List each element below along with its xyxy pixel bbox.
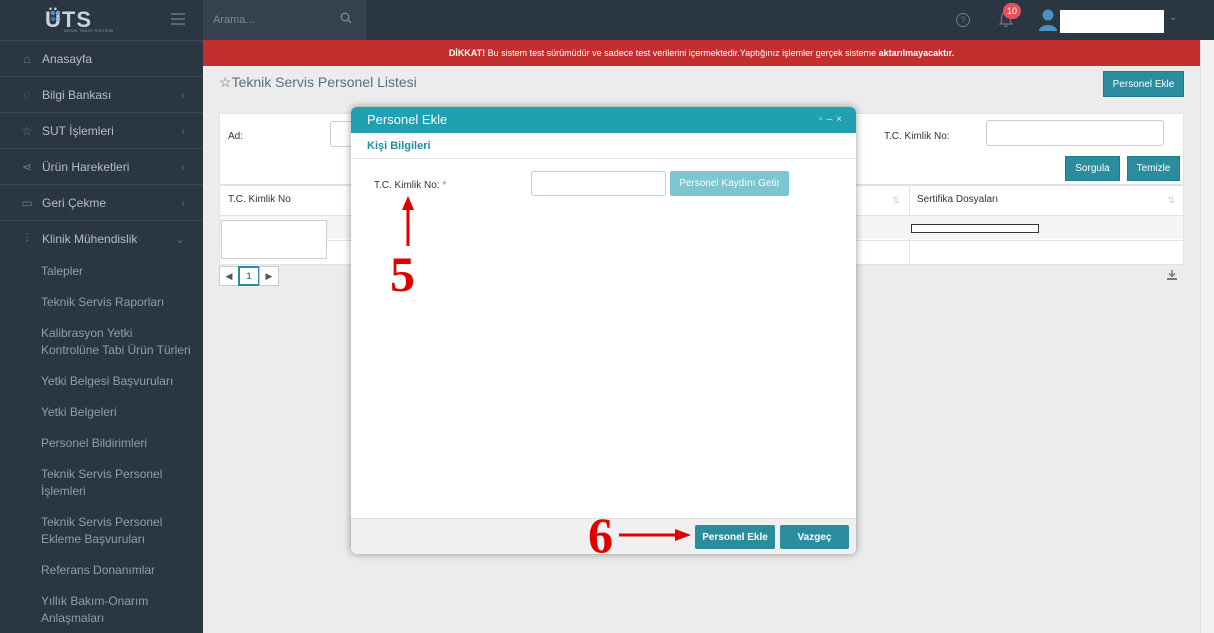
add-personnel-button[interactable]: Personel Ekle [1103,71,1184,97]
bulb-icon: ◌ [23,87,31,102]
home-icon: ⌂ [23,51,31,66]
name-label: Ad: [228,131,244,142]
chevron-left-icon: ‹ [181,195,185,210]
sidebar-subitem[interactable]: Yıllık Bakım-Onarım Anlaşmaları [0,586,203,633]
sort-icon[interactable]: ⇅ [892,186,900,214]
chevron-down-icon[interactable]: ⌄ [1169,12,1177,23]
sidebar-subitem[interactable]: Teknik Servis Personel Ekleme Başvurular… [0,507,203,555]
section-title: Kişi Bilgileri [351,133,856,159]
search-input[interactable]: Arama... [203,0,366,40]
sidebar-subitem[interactable]: Teknik Servis Personel İşlemleri [0,459,203,507]
cancel-button[interactable]: Vazgeç [780,525,849,549]
logo[interactable]: ÜTS ÜRÜN TAKİP SİSTEMİ [0,0,203,40]
sidebar-subitem[interactable]: Personel Bildirimleri [0,428,203,459]
menu-toggle-icon[interactable] [171,13,185,28]
filter-tc-input[interactable] [986,120,1164,146]
sidebar-item-label: Geri Çekme [42,195,107,210]
sidebar-subitem[interactable]: Kalibrasyon Yetki Kontrolüne Tabi Ürün T… [0,318,203,366]
modal-title: Personel Ekle [367,112,448,127]
search-icon[interactable] [340,12,352,24]
redacted-cell [911,224,1039,233]
chevron-left-icon: ‹ [181,87,185,102]
sidebar-item-label: SUT İşlemleri [42,123,114,138]
modal-window-controls: ▫–× [819,107,846,133]
sidebar-item[interactable]: ◌ Bilgi Bankası ‹ [0,76,203,112]
maximize-icon[interactable]: ▫ [819,114,827,125]
modal-header: Personel Ekle ▫–× [351,107,856,133]
redacted-cell [221,220,327,259]
sidebar-subitem[interactable]: Teknik Servis Raporları [0,287,203,318]
annotation-step-5: 5 [390,246,415,302]
chevron-left-icon: ‹ [181,159,185,174]
prev-page-button[interactable]: ◀ [219,266,239,286]
search-button[interactable]: Sorgula [1065,156,1120,181]
sidebar-item[interactable]: ▭ Geri Çekme ‹ [0,184,203,220]
column-header-certificates[interactable]: Sertifika Dosyaları [917,186,998,214]
tc-label: T.C. Kimlik No: * [374,180,446,191]
close-icon[interactable]: × [836,114,846,125]
sidebar-item-label: Klinik Mühendislik [42,231,138,246]
minimize-icon[interactable]: – [827,114,837,125]
notification-badge[interactable]: 10 [1003,3,1021,19]
warning-suffix: aktarılmayacaktır. [878,48,955,58]
sidebar-item-label: Ürün Hareketleri [42,159,130,174]
tc-input[interactable] [531,171,666,196]
filter-tc-label: T.C. Kimlik No: [884,131,950,142]
sidebar-subitem[interactable]: Yetki Belgesi Başvuruları [0,366,203,397]
sidebar-subitem[interactable]: Referans Donanımlar [0,555,203,586]
chevron-left-icon: ‹ [181,123,185,138]
clear-button[interactable]: Temizle [1127,156,1180,181]
page-title: ☆Teknik Servis Personel Listesi [219,74,417,91]
page-number-button[interactable]: 1 [238,266,260,286]
logo-subtitle: ÜRÜN TAKİP SİSTEMİ [64,28,114,33]
warning-prefix: DİKKAT! [448,48,486,58]
sidebar: ÜTS ÜRÜN TAKİP SİSTEMİ ⌂ Anasayfa ◌ Bilgi B… [0,0,203,633]
page-title-text: Teknik Servis Personel Listesi [231,74,417,90]
sidebar-submenu: Talepler Teknik Servis Raporları Kalibrasy… [0,256,203,633]
sidebar-item[interactable]: ⌂ Anasayfa [0,40,203,76]
logo-mark-icon [50,10,61,22]
annotation-step-6: 6 [588,507,613,563]
annotation-arrow-right-icon [619,529,691,541]
sliders-icon: ⫶ [25,231,29,245]
sidebar-item[interactable]: ⫶ Klinik Mühendislik ⌄ [0,220,203,256]
pagination: ◀ 1 ▶ [219,266,279,286]
required-marker: * [442,180,447,191]
next-page-button[interactable]: ▶ [259,266,279,286]
star-icon: ☆ [21,123,33,138]
sidebar-item[interactable]: ⋖ Ürün Hareketleri ‹ [0,148,203,184]
test-warning-banner: DİKKAT! Bu sistem test sürümüdür ve sade… [203,40,1200,66]
share-icon: ⋖ [21,159,33,174]
tc-label-text: T.C. Kimlik No: [374,180,440,191]
sidebar-subitem[interactable]: Talepler [0,256,203,287]
user-name-box[interactable] [1060,10,1164,33]
chevron-down-icon: ⌄ [174,231,185,246]
search-placeholder: Arama... [213,14,255,26]
sidebar-item-label: Bilgi Bankası [42,87,112,102]
screen-icon: ▭ [21,195,33,210]
sidebar-menu: ⌂ Anasayfa ◌ Bilgi Bankası ‹ ☆ SUT İşlemleri ‹ ⋖… [0,40,203,256]
fetch-record-button[interactable]: Personel Kaydını Getir [670,171,789,196]
page-scrollbar[interactable] [1200,40,1214,633]
confirm-add-button[interactable]: Personel Ekle [695,525,775,549]
add-personnel-modal: Personel Ekle ▫–× Kişi Bilgileri T.C. Ki… [351,107,856,554]
warning-text: Bu sistem test sürümüdür ve sadece test … [485,48,879,58]
download-icon[interactable] [1166,269,1178,281]
star-icon: ☆ [219,74,232,90]
annotation-arrow-up-icon [402,196,414,246]
sidebar-subitem[interactable]: Yetki Belgeleri [0,397,203,428]
sort-icon[interactable]: ⇅ [1167,186,1175,214]
topbar: Arama... ? 10 ⌄ [203,0,1214,40]
user-avatar-icon[interactable] [1038,8,1058,32]
help-icon[interactable]: ? [956,13,970,27]
sidebar-item-label: Anasayfa [42,51,93,66]
sidebar-item[interactable]: ☆ SUT İşlemleri ‹ [0,112,203,148]
column-header-tc[interactable]: T.C. Kimlik No [228,186,291,214]
